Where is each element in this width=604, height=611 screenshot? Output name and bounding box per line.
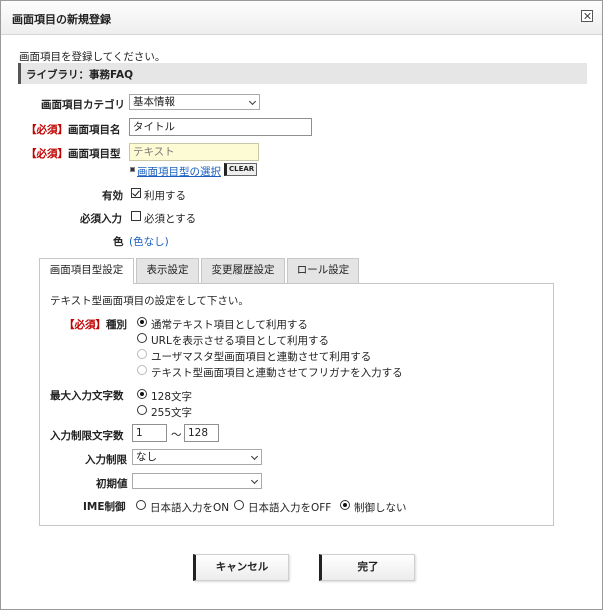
type-input: テキスト [129,143,259,161]
max-length-option-label: 128文字 [151,391,193,403]
select-type-link[interactable]: 画面項目型の選択 [137,164,221,179]
kind-radio-user-master [137,349,147,359]
initial-value-label: 初期値 [96,478,128,490]
cancel-button[interactable]: キャンセル [193,554,289,581]
required-option-label: 必須とする [144,213,197,225]
kind-option-label: ユーザマスタ型画面項目と連動させて利用する [151,351,372,363]
intro-text: 画面項目を登録してください。 [19,51,166,63]
type-label: 画面項目型 [68,148,121,160]
input-limit-label: 入力制限 [85,454,127,466]
required-tag: 【必須】 [26,148,68,160]
ime-radio-none[interactable] [340,500,350,510]
kind-option-label: 通常テキスト項目として利用する [151,319,308,331]
tab-history-settings[interactable]: 変更履歴設定 [201,258,285,283]
tab-display-settings[interactable]: 表示設定 [136,258,199,283]
dialog-title: 画面項目の新規登録 [12,13,111,26]
enabled-label: 有効 [102,190,123,202]
enabled-checkbox[interactable] [131,188,141,198]
dialog-titlebar: 画面項目の新規登録 [1,1,602,35]
required-tag: 【必須】 [64,319,106,331]
type-label-row: 【必須】画面項目型 [26,146,121,161]
kind-radio-furigana [137,365,147,375]
required-input-label: 必須入力 [80,213,122,225]
chevron-down-icon [250,452,259,461]
chevron-down-icon [250,476,259,485]
tab-role-settings[interactable]: ロール設定 [287,258,359,283]
category-value: 基本情報 [133,96,175,108]
enabled-option-label: 利用する [144,190,186,202]
max-length-label: 最大入力文字数 [50,390,124,402]
ime-option-label: 制御しない [354,502,407,514]
library-label: ライブラリ：事務FAQ [26,69,134,81]
initial-value-select[interactable] [132,473,262,489]
kind-option-label: URLを表示させる項目として利用する [151,335,330,347]
category-label: 画面項目カテゴリ [41,99,125,111]
ime-option-label: 日本語入力をOFF [248,502,332,514]
length-limit-label: 入力制限文字数 [50,430,124,442]
ime-radio-off[interactable] [234,500,244,510]
kind-label-row: 【必須】種別 [64,317,127,332]
name-label-row: 【必須】画面項目名 [26,122,121,137]
length-min-input[interactable]: 1 [132,424,167,442]
name-label: 画面項目名 [68,124,121,136]
name-input[interactable]: タイトル [129,118,312,136]
input-limit-select[interactable]: なし [132,449,262,465]
range-separator: ～ [171,429,182,441]
required-checkbox[interactable] [131,211,141,221]
library-bar: ライブラリ：事務FAQ [18,63,587,84]
color-label: 色 [113,236,124,248]
max-length-radio-255[interactable] [137,405,147,415]
length-max-input[interactable]: 128 [184,424,219,442]
new-screen-item-dialog: 画面項目の新規登録 画面項目を登録してください。 ライブラリ：事務FAQ 画面項… [0,0,603,610]
tab-type-settings[interactable]: 画面項目型設定 [39,258,134,284]
kind-radio-url[interactable] [137,333,147,343]
input-limit-value: なし [136,451,157,463]
chevron-down-icon [248,97,257,106]
ime-option-label: 日本語入力をON [150,502,230,514]
close-icon[interactable] [581,10,593,22]
max-length-option-label: 255文字 [151,407,193,419]
panel-description: テキスト型画面項目の設定をして下さい。 [50,295,249,307]
kind-option-label: テキスト型画面項目と連動させてフリガナを入力する [151,367,403,379]
clear-button[interactable]: CLEAR [224,163,258,176]
done-button[interactable]: 完了 [319,554,415,581]
kind-label: 種別 [106,319,127,331]
ime-radio-on[interactable] [136,500,146,510]
max-length-radio-128[interactable] [137,389,147,399]
category-select[interactable]: 基本情報 [129,94,260,110]
color-link[interactable]: (色なし) [129,234,169,249]
required-tag: 【必須】 [26,124,68,136]
bullet-icon [130,167,135,172]
ime-label: IME制御 [83,501,126,513]
kind-radio-normal[interactable] [137,317,147,327]
